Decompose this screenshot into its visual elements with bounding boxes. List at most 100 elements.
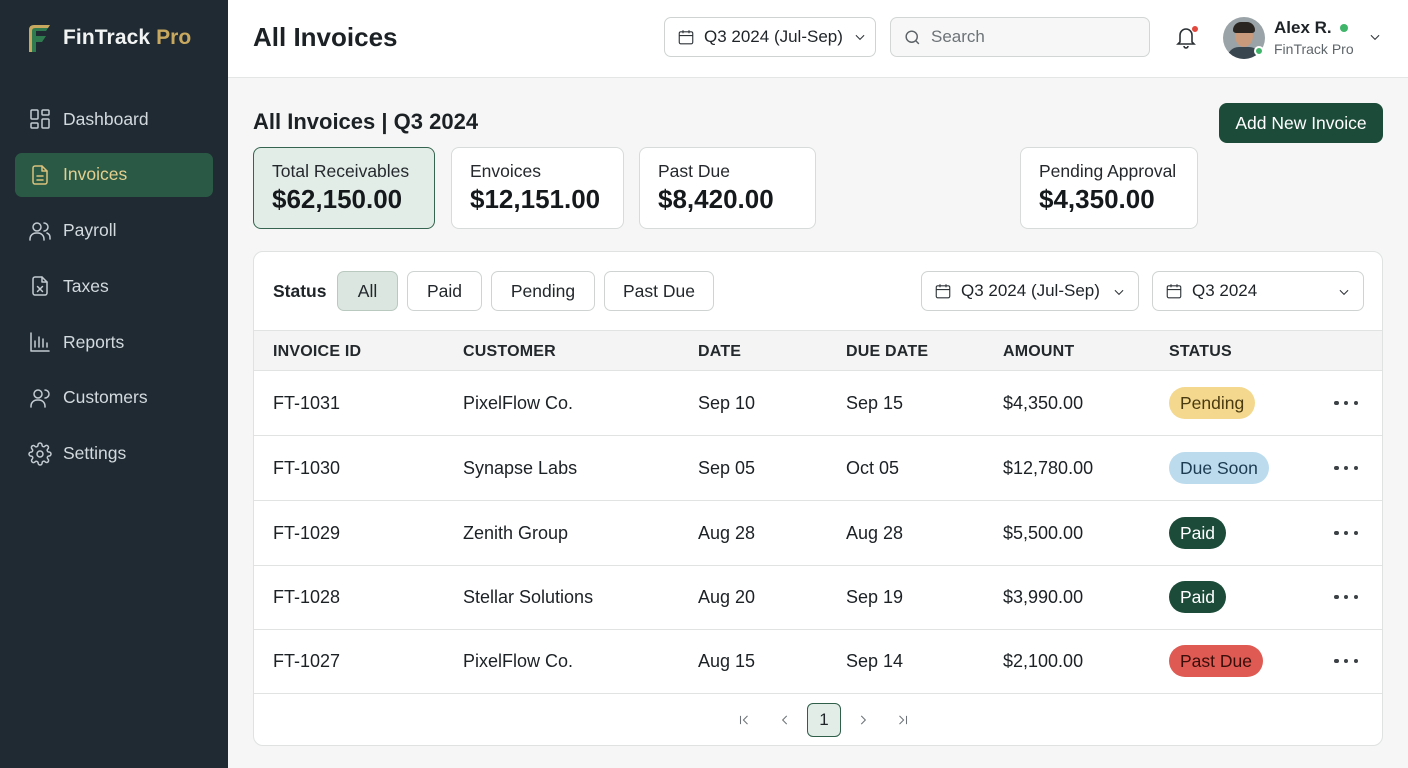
- next-page-button[interactable]: [851, 704, 875, 736]
- sidebar-item-label: Reports: [63, 331, 125, 352]
- period-select[interactable]: Q3 2024 (Jul-Sep): [664, 17, 876, 57]
- table-row[interactable]: FT-1027 PixelFlow Co. Aug 15 Sep 14 $2,1…: [254, 629, 1382, 694]
- invoices-panel: Status All Paid Pending Past Due Q3 2024…: [253, 251, 1383, 746]
- column-header-customer[interactable]: Customer: [463, 343, 556, 361]
- status-badge: Paid: [1169, 581, 1227, 613]
- invoice-id[interactable]: FT-1031: [273, 393, 340, 414]
- date-range-select[interactable]: Q3 2024 (Jul-Sep): [921, 271, 1139, 311]
- due-date: Sep 15: [846, 393, 904, 413]
- fintrack-logo-icon: [29, 25, 50, 52]
- status-badge: Past Due: [1169, 645, 1263, 677]
- more-options-icon[interactable]: [1334, 587, 1358, 607]
- customer-name: PixelFlow Co.: [463, 393, 574, 413]
- first-page-icon: [739, 715, 748, 725]
- more-options-icon[interactable]: [1334, 458, 1358, 478]
- column-header-status[interactable]: Status: [1169, 343, 1232, 361]
- last-page-icon: [899, 715, 908, 725]
- search-input[interactable]: [931, 27, 1131, 47]
- more-options-icon[interactable]: [1334, 393, 1358, 413]
- filter-chip-all[interactable]: All: [337, 271, 398, 311]
- column-header-date[interactable]: Date: [698, 343, 741, 361]
- sidebar-item-reports[interactable]: Reports: [15, 320, 213, 364]
- dashboard-icon: [30, 109, 50, 129]
- chevron-right-icon: [860, 715, 867, 725]
- sidebar-item-invoices[interactable]: Invoices: [15, 152, 213, 197]
- customer-name: Zenith Group: [463, 523, 569, 543]
- user-org: FinTrack Pro: [1274, 41, 1354, 57]
- filter-chip-past-due[interactable]: Past Due: [604, 271, 714, 311]
- summary-card-envoices[interactable]: Envoices $12,151.00: [451, 147, 624, 229]
- invoice-date: Aug 15: [698, 651, 756, 671]
- invoice-id[interactable]: FT-1027: [273, 651, 340, 672]
- calendar-icon: [678, 30, 694, 45]
- avatar-status-dot: [1254, 46, 1264, 56]
- card-label: Envoices: [470, 161, 542, 181]
- chevron-left-icon: [781, 715, 788, 725]
- filter-chip-paid[interactable]: Paid: [407, 271, 482, 311]
- sidebar-item-label: Taxes: [63, 275, 109, 296]
- customer-name: Synapse Labs: [463, 458, 578, 478]
- customer-name: Stellar Solutions: [463, 587, 594, 607]
- more-options-icon[interactable]: [1334, 651, 1358, 671]
- card-label: Pending Approval: [1039, 161, 1177, 181]
- column-header-due-date[interactable]: Due Date: [846, 343, 928, 361]
- invoice-id[interactable]: FT-1028: [273, 587, 340, 608]
- summary-card-past-due[interactable]: Past Due $8,420.00: [639, 147, 816, 229]
- column-header-amount[interactable]: Amount: [1003, 343, 1074, 361]
- previous-page-button[interactable]: [773, 704, 797, 736]
- card-value: $62,150.00: [272, 184, 403, 214]
- calendar-icon: [1166, 284, 1182, 299]
- amount: $12,780.00: [1003, 458, 1094, 478]
- chevron-down-icon: [1114, 289, 1124, 296]
- filter-chip-pending[interactable]: Pending: [491, 271, 595, 311]
- sidebar-item-taxes[interactable]: Taxes: [15, 264, 213, 308]
- last-page-button[interactable]: [891, 704, 915, 736]
- sidebar-item-label: Payroll: [63, 220, 117, 241]
- table-row[interactable]: FT-1031 PixelFlow Co. Sep 10 Sep 15 $4,3…: [254, 371, 1382, 436]
- status-badge: Due Soon: [1169, 452, 1269, 484]
- table-row[interactable]: FT-1029 Zenith Group Aug 28 Aug 28 $5,50…: [254, 501, 1382, 566]
- status-filter-label: Status: [273, 281, 327, 301]
- bar-chart-icon: [30, 332, 50, 352]
- table-row[interactable]: FT-1028 Stellar Solutions Aug 20 Sep 19 …: [254, 565, 1382, 630]
- notifications-button[interactable]: [1174, 24, 1200, 52]
- amount: $2,100.00: [1003, 651, 1084, 671]
- invoice-id[interactable]: FT-1030: [273, 458, 340, 479]
- page-number-current[interactable]: 1: [807, 703, 841, 737]
- sidebar-item-label: Customers: [63, 387, 148, 408]
- sidebar-item-label: Dashboard: [63, 108, 149, 129]
- invoice-date: Aug 28: [698, 523, 756, 543]
- quarter-select[interactable]: Q3 2024: [1152, 271, 1364, 311]
- search-icon: [905, 29, 920, 44]
- due-date: Sep 19: [846, 587, 904, 607]
- search-box[interactable]: [890, 17, 1150, 57]
- users-icon: [29, 221, 51, 241]
- column-header-invoice-id[interactable]: Invoice ID: [273, 343, 361, 361]
- user-name[interactable]: Alex R.: [1274, 18, 1348, 38]
- sidebar-item-label: Settings: [63, 443, 127, 464]
- top-header: All Invoices Q3 2024 (Jul-Sep) Alex R. F…: [228, 0, 1408, 78]
- invoice-date: Sep 05: [698, 458, 756, 478]
- amount: $3,990.00: [1003, 587, 1084, 607]
- sidebar-item-dashboard[interactable]: Dashboard: [15, 97, 213, 141]
- sidebar-item-customers[interactable]: Customers: [15, 376, 213, 420]
- invoice-date: Aug 20: [698, 587, 756, 607]
- summary-card-pending-approval[interactable]: Pending Approval $4,350.00: [1020, 147, 1198, 229]
- card-label: Past Due: [658, 161, 730, 181]
- chevron-down-icon: [1339, 289, 1349, 296]
- date-range-value: Q3 2024 (Jul-Sep): [961, 281, 1100, 300]
- invoice-date: Sep 10: [698, 393, 756, 413]
- sidebar-item-settings[interactable]: Settings: [15, 432, 213, 476]
- brand[interactable]: FinTrack Pro: [25, 22, 191, 54]
- card-label: Total Receivables: [272, 161, 410, 181]
- sidebar-item-payroll[interactable]: Payroll: [15, 209, 213, 253]
- chevron-down-icon[interactable]: [1368, 30, 1382, 44]
- add-new-invoice-button[interactable]: Add New Invoice: [1219, 103, 1383, 143]
- more-options-icon[interactable]: [1334, 523, 1358, 543]
- customer-name: PixelFlow Co.: [463, 651, 574, 671]
- first-page-button[interactable]: [732, 704, 756, 736]
- table-row[interactable]: FT-1030 Synapse Labs Sep 05 Oct 05 $12,7…: [254, 436, 1382, 501]
- card-value: $8,420.00: [658, 184, 774, 214]
- summary-card-total-receivables[interactable]: Total Receivables $62,150.00: [253, 147, 435, 229]
- invoice-id[interactable]: FT-1029: [273, 523, 340, 544]
